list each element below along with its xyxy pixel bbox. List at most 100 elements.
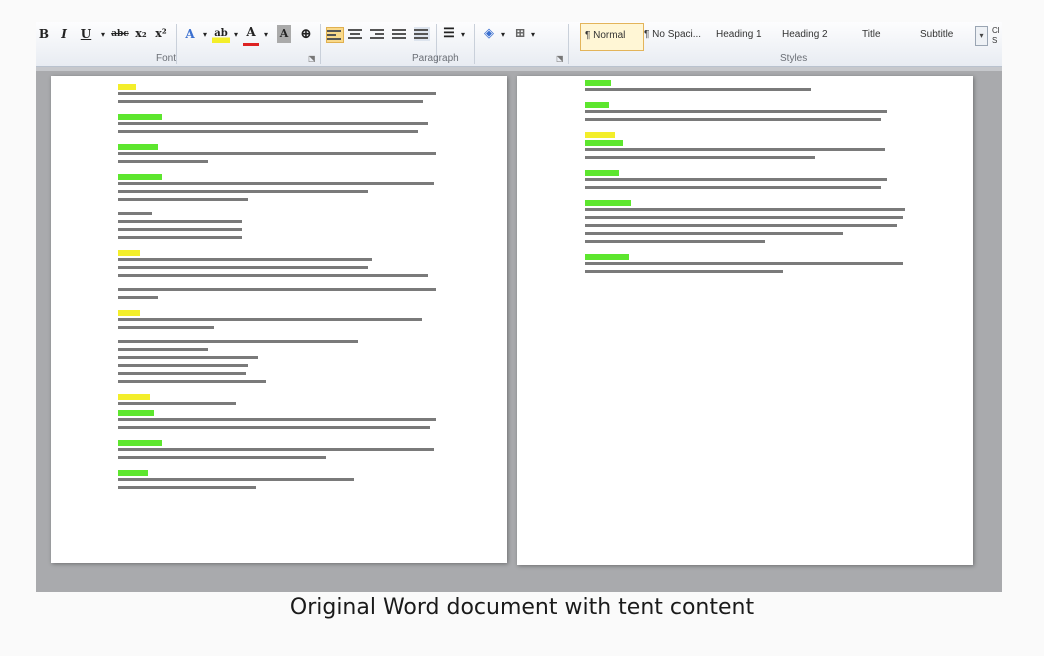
text-line	[118, 160, 208, 163]
document-page-1[interactable]	[51, 76, 507, 563]
text-line	[585, 240, 765, 243]
text-line	[118, 296, 158, 299]
text-line	[118, 418, 436, 421]
enclose-char-icon[interactable]: ⊕	[298, 25, 314, 43]
text-line	[585, 186, 881, 189]
underline-dropdown-icon[interactable]: ▾	[98, 25, 108, 43]
distributed-icon[interactable]	[414, 27, 430, 41]
font-group-label: Font	[156, 53, 177, 64]
italic-icon[interactable]: I	[58, 25, 70, 43]
style-no-spacing[interactable]: ¶ No Spaci...	[644, 23, 708, 49]
superscript-icon[interactable]: x²	[154, 25, 168, 43]
styles-group-label: Styles	[780, 53, 808, 64]
dialog-launcher-icon[interactable]: ⬔	[308, 54, 316, 63]
text-line	[118, 318, 422, 321]
green-highlight	[118, 144, 158, 150]
char-shading-icon[interactable]: A	[277, 25, 291, 43]
text-line	[118, 266, 368, 269]
text-line	[585, 118, 881, 121]
text-line	[118, 288, 436, 291]
text-line	[118, 122, 428, 125]
text-line	[118, 274, 428, 277]
text-line	[118, 220, 242, 223]
green-highlight	[585, 254, 629, 260]
styles-scroll-icon[interactable]: ▾	[975, 26, 988, 46]
borders-dropdown-icon[interactable]: ▾	[528, 25, 538, 43]
ribbon: B I U ▾ abc x₂ x² A ▾ ab ▾ A ▾ A ⊕ Font …	[36, 22, 1002, 67]
green-highlight	[585, 80, 611, 86]
text-line	[118, 92, 436, 95]
text-line	[585, 270, 783, 273]
yellow-highlight	[585, 132, 615, 138]
text-line	[118, 448, 434, 451]
text-line	[118, 198, 248, 201]
text-line	[585, 208, 905, 211]
text-line	[118, 486, 256, 489]
line-spacing-dropdown-icon[interactable]: ▾	[458, 25, 468, 43]
ribbon-divider	[176, 24, 177, 64]
text-line	[118, 340, 358, 343]
document-page-2[interactable]	[517, 76, 973, 565]
style-heading-2[interactable]: Heading 2	[782, 23, 840, 49]
align-right-icon[interactable]	[370, 27, 386, 41]
dialog-launcher-icon[interactable]: ⬔	[556, 54, 564, 63]
green-highlight	[118, 174, 162, 180]
green-highlight	[118, 410, 154, 416]
text-line	[118, 372, 246, 375]
text-line	[585, 88, 811, 91]
shading-dropdown-icon[interactable]: ▾	[498, 25, 508, 43]
highlight-icon[interactable]: ab	[212, 25, 230, 43]
underline-icon[interactable]: U	[80, 25, 92, 43]
text-effects-icon[interactable]: A	[182, 25, 198, 43]
text-line	[118, 364, 248, 367]
ribbon-divider	[474, 24, 475, 64]
font-color-dropdown-icon[interactable]: ▾	[261, 25, 271, 43]
text-line	[585, 110, 887, 113]
style-title[interactable]: Title	[862, 23, 902, 49]
word-screenshot: B I U ▾ abc x₂ x² A ▾ ab ▾ A ▾ A ⊕ Font …	[36, 22, 1002, 592]
line-spacing-icon[interactable]: ☰	[440, 25, 458, 43]
change-styles-label[interactable]: Cl S	[992, 26, 1002, 52]
image-caption: Original Word document with tent content	[289, 595, 755, 620]
text-line	[118, 402, 236, 405]
text-line	[585, 148, 885, 151]
text-line	[585, 156, 815, 159]
green-highlight	[585, 200, 631, 206]
green-highlight	[585, 102, 609, 108]
text-line	[118, 228, 242, 231]
ribbon-divider	[568, 24, 569, 64]
text-line	[118, 130, 418, 133]
green-highlight	[585, 140, 623, 146]
text-line	[118, 152, 436, 155]
justify-icon[interactable]	[392, 27, 408, 41]
text-line	[118, 258, 372, 261]
highlight-dropdown-icon[interactable]: ▾	[231, 25, 241, 43]
text-line	[118, 348, 208, 351]
text-line	[585, 262, 903, 265]
text-line	[585, 224, 897, 227]
text-line	[118, 190, 368, 193]
text-line	[118, 380, 266, 383]
text-effects-dropdown-icon[interactable]: ▾	[200, 25, 210, 43]
shading-icon[interactable]: ◈	[480, 25, 498, 43]
yellow-highlight	[118, 250, 140, 256]
style-normal[interactable]: ¶ Normal	[580, 23, 644, 51]
strikethrough-icon[interactable]: abc	[110, 25, 130, 43]
font-color-icon[interactable]: A	[243, 25, 259, 46]
style-heading-1[interactable]: Heading 1	[716, 23, 774, 49]
subscript-icon[interactable]: x₂	[134, 25, 148, 43]
text-line	[118, 478, 354, 481]
text-line	[585, 178, 887, 181]
borders-icon[interactable]: ⊞	[512, 25, 528, 43]
paragraph-group-label: Paragraph	[412, 53, 459, 64]
text-line	[118, 356, 258, 359]
ribbon-divider	[320, 24, 321, 64]
green-highlight	[118, 440, 162, 446]
bold-icon[interactable]: B	[38, 25, 50, 43]
text-line	[585, 216, 903, 219]
text-line	[585, 232, 843, 235]
align-left-icon[interactable]	[326, 27, 344, 43]
center-icon[interactable]	[348, 27, 364, 41]
style-subtitle[interactable]: Subtitle	[920, 23, 968, 49]
yellow-highlight	[118, 84, 136, 90]
